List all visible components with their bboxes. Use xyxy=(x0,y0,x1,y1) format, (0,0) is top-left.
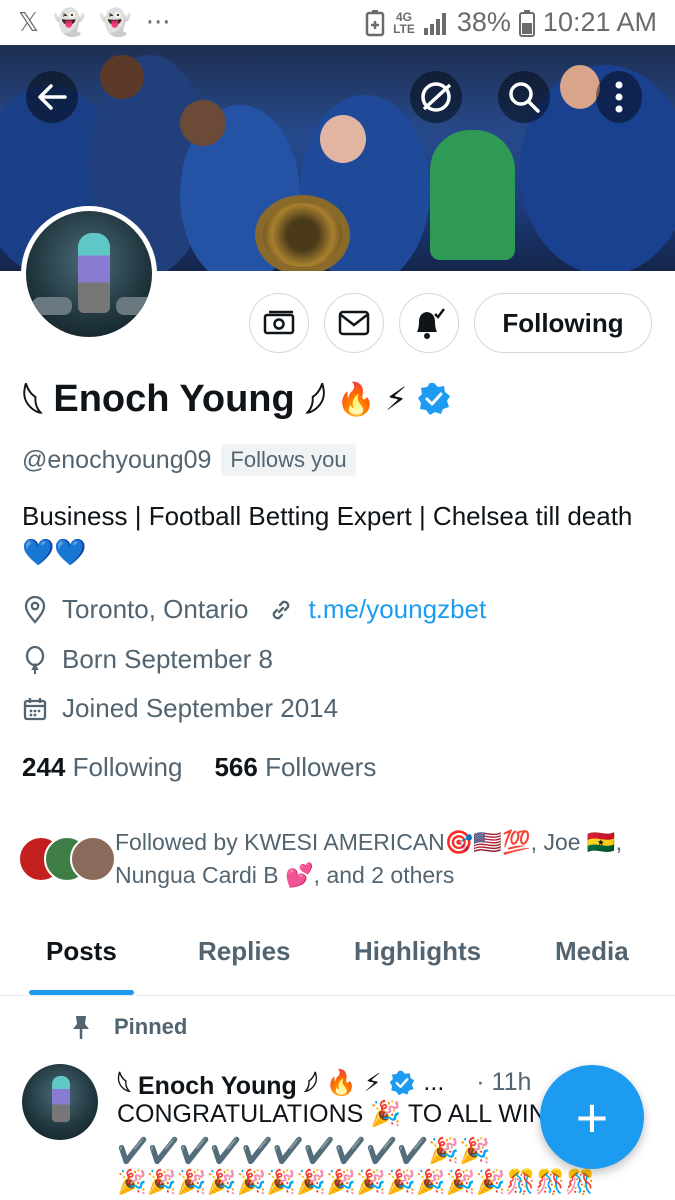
followers-stat[interactable]: 566 Followers xyxy=(214,752,376,783)
calendar-icon xyxy=(23,697,47,720)
post-author-emojis: 🔥 ⚡ xyxy=(325,1068,382,1097)
tab-media[interactable]: Media xyxy=(555,936,629,967)
profile-tabs: Posts Replies Highlights Media xyxy=(0,922,675,996)
following-stat[interactable]: 244 Following xyxy=(22,752,182,783)
post-author-ellipsis: ... xyxy=(423,1068,445,1096)
plus-icon: + xyxy=(575,1085,609,1149)
pinned-label-row: Pinned xyxy=(70,1014,187,1040)
pin-icon xyxy=(73,1016,89,1039)
tab-highlights[interactable]: Highlights xyxy=(354,936,481,967)
post-author-avatar[interactable] xyxy=(22,1064,98,1140)
tip-button[interactable] xyxy=(249,293,309,353)
status-bar-right: 4G LTE 38% 10:21 AM xyxy=(365,7,657,38)
status-bar: 𝕏 👻 👻 ··· 4G LTE 38% 10:21 AM xyxy=(0,0,675,45)
post-emoji-line: 🎉🎉🎉🎉🎉🎉🎉🎉🎉🎉🎉🎉🎉🎊🎊🎊 xyxy=(117,1169,596,1196)
mutual-avatar xyxy=(70,836,116,882)
snapchat-icon: 👻 xyxy=(52,7,86,38)
compose-post-button[interactable]: + xyxy=(540,1065,644,1169)
location-link-row: Toronto, Ontario t.me/youngzbet xyxy=(22,594,486,625)
profile-avatar[interactable] xyxy=(21,206,157,342)
lte-indicator: 4G LTE xyxy=(393,9,415,36)
profile-handle: @enochyoung09 xyxy=(22,445,212,474)
balloon-icon xyxy=(25,645,45,674)
grok-icon xyxy=(421,82,452,112)
clock: 10:21 AM xyxy=(542,7,657,37)
location-pin-icon xyxy=(24,595,46,624)
search-icon xyxy=(509,82,540,113)
verified-badge-icon[interactable] xyxy=(417,382,451,416)
message-icon xyxy=(338,310,370,336)
following-button[interactable]: Following xyxy=(474,293,652,353)
followers-stat-label: Followers xyxy=(265,752,377,782)
birthday-row: Born September 8 xyxy=(22,644,273,675)
message-button[interactable] xyxy=(324,293,384,353)
tab-replies[interactable]: Replies xyxy=(198,936,291,967)
notifications-button[interactable] xyxy=(399,293,459,353)
x-icon: 𝕏 xyxy=(18,7,39,38)
follows-you-badge: Follows you xyxy=(221,444,356,476)
followed-by-text: Followed by KWESI AMERICAN🎯🇺🇸💯, Joe 🇬🇭, … xyxy=(115,829,622,888)
profile-name-row: 𓆩 Enoch Young 𓆪 🔥 ⚡ xyxy=(22,372,451,426)
following-count: 244 xyxy=(22,752,66,782)
more-vertical-icon xyxy=(615,81,623,113)
tab-posts[interactable]: Posts xyxy=(46,936,117,967)
grok-button[interactable] xyxy=(410,71,462,123)
profile-name-emojis: 🔥 ⚡ xyxy=(336,381,408,417)
back-button[interactable] xyxy=(26,71,78,123)
battery-saver-icon xyxy=(365,9,385,36)
joined-row: Joined September 2014 xyxy=(22,693,338,724)
link-icon xyxy=(273,600,290,619)
more-dots-icon: ··· xyxy=(145,7,171,38)
profile-name: Enoch Young xyxy=(53,377,295,420)
battery-icon xyxy=(518,9,535,37)
pinned-label: Pinned xyxy=(114,1014,188,1039)
back-arrow-icon xyxy=(38,84,67,110)
battery-percent: 38% xyxy=(456,7,511,37)
snapchat-icon: 👻 xyxy=(99,7,132,38)
following-stat-label: Following xyxy=(72,752,183,782)
follow-stats: 244 Following 566 Followers xyxy=(22,752,376,783)
followed-by-section[interactable]: Followed by KWESI AMERICAN🎯🇺🇸💯, Joe 🇬🇭, … xyxy=(18,826,658,896)
active-tab-indicator xyxy=(29,990,134,995)
profile-birthday: Born September 8 xyxy=(62,644,274,674)
verified-badge-icon xyxy=(390,1070,415,1095)
search-button[interactable] xyxy=(498,71,550,123)
trophy-image xyxy=(255,195,350,271)
bell-notify-icon xyxy=(417,308,445,339)
profile-name-prefix: 𓆩 xyxy=(22,384,44,426)
profile-name-suffix: 𓆪 xyxy=(304,384,327,426)
post-timestamp[interactable]: · 11h xyxy=(476,1068,531,1097)
profile-bio: Business | Football Betting Expert | Che… xyxy=(22,501,633,567)
followers-count: 566 xyxy=(214,752,258,782)
profile-location: Toronto, Ontario xyxy=(62,594,249,624)
tip-money-icon xyxy=(263,310,295,335)
more-options-button[interactable] xyxy=(596,71,642,123)
profile-joined: Joined September 2014 xyxy=(62,693,339,723)
status-bar-left: 𝕏 👻 👻 ··· xyxy=(18,8,171,38)
profile-link[interactable]: t.me/youngzbet xyxy=(308,594,486,625)
handle-row: @enochyoung09 Follows you xyxy=(22,440,356,480)
signal-icon xyxy=(423,12,446,35)
